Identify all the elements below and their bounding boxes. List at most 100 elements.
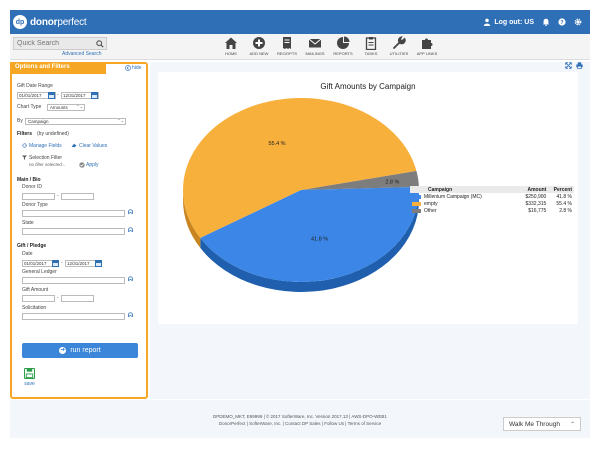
nav-bar: Advanced Search HOME ADD NEW RECEIPTS MA… (10, 34, 590, 60)
apply-link[interactable]: Apply (86, 162, 99, 168)
legend-header-amount: Amount (527, 187, 547, 193)
binoculars-icon[interactable]: ᗣ (128, 228, 134, 234)
binoculars-icon[interactable]: ᗣ (128, 313, 134, 319)
gear-icon (22, 143, 27, 148)
gift-pledge-section: Gift / Pledge (17, 243, 47, 249)
gift-amount-from-input[interactable] (22, 295, 55, 302)
nav-home[interactable]: HOME (219, 36, 243, 56)
manage-fields-link[interactable]: Manage Fields (29, 143, 62, 149)
legend-swatch (412, 201, 421, 206)
chart-legend: Campaign Amount Percent Millenium Campai… (410, 186, 574, 214)
hide-label: hide (132, 65, 142, 71)
donor-id-label: Donor ID (22, 184, 43, 190)
chart-type-select[interactable]: Amounts (47, 104, 85, 111)
legend-amount: $332,315 (525, 200, 547, 207)
run-report-label: run report (70, 347, 101, 354)
filters-label: Filters (17, 131, 33, 137)
main-nav: HOME ADD NEW RECEIPTS MAILINGS REPORTS T… (219, 36, 443, 56)
general-ledger-input[interactable] (22, 277, 125, 284)
arrow-left-circle-icon (125, 65, 131, 71)
state-label: State (22, 220, 34, 226)
legend-swatch (412, 208, 421, 213)
report-tools (565, 62, 583, 69)
nav-mailings[interactable]: MAILINGS (303, 36, 327, 56)
expand-icon[interactable] (565, 62, 572, 69)
run-report-button[interactable]: ➜ run report (22, 343, 138, 358)
legend-percent: 2.8 % (559, 207, 572, 214)
nav-receipts[interactable]: RECEIPTS (275, 36, 299, 56)
calendar-icon[interactable] (91, 92, 98, 99)
date-range-dash: - (57, 92, 59, 98)
floppy-disk-icon (24, 368, 35, 379)
legend-amount: $250,900 (525, 193, 547, 200)
calendar-icon[interactable] (48, 92, 55, 99)
gear-icon[interactable] (574, 18, 582, 26)
nav-app-links-label: APP LINKS (416, 51, 438, 56)
solicitation-input[interactable] (22, 313, 125, 320)
print-icon[interactable] (576, 62, 583, 69)
walk-me-through-button[interactable]: Walk Me Through ⌃ (503, 417, 581, 431)
gift-amount-dash: - (57, 295, 59, 301)
save-button[interactable]: save (24, 368, 35, 387)
calendar-icon[interactable] (52, 260, 59, 267)
help-icon[interactable]: ? (558, 18, 566, 26)
donor-id-to-input[interactable] (61, 193, 94, 200)
envelope-icon (308, 38, 322, 48)
logo-text: donorperfect (30, 17, 87, 28)
pie-slice-label: 55.4 % (268, 141, 285, 147)
binoculars-icon[interactable]: ᗣ (128, 277, 134, 283)
clear-values-link[interactable]: Clear Values (79, 143, 107, 149)
apply-icon (79, 162, 85, 168)
bell-icon[interactable] (542, 18, 550, 26)
main-bio-section: Main / Bio (17, 177, 41, 183)
logout-label: Log out: US (494, 18, 534, 26)
hide-panel-link[interactable]: hide (125, 65, 141, 71)
logout-button[interactable]: Log out: US (483, 18, 534, 26)
gift-date-to-input[interactable]: 12/31/2017 (65, 260, 99, 267)
binoculars-icon[interactable]: ᗣ (128, 210, 134, 216)
state-input[interactable] (22, 228, 125, 235)
nav-app-links[interactable]: APP LINKS (415, 36, 439, 56)
logo-word-donor: donor (30, 16, 58, 28)
nav-add-new-label: ADD NEW (249, 51, 269, 56)
nav-tasks[interactable]: TASKS (359, 36, 383, 56)
gift-date-label: Date (22, 251, 33, 257)
nav-home-label: HOME (225, 51, 237, 56)
clipboard-icon (365, 37, 377, 50)
legend-header-percent: Percent (553, 187, 572, 193)
nav-add-new[interactable]: ADD NEW (247, 36, 271, 56)
legend-row[interactable]: Millenium Campaign (MC) $250,900 41.8 % (410, 193, 574, 200)
general-ledger-label: General Ledger (22, 269, 57, 275)
nav-utilities[interactable]: UTILITIES (387, 36, 411, 56)
quick-search (13, 37, 107, 50)
advanced-search-link[interactable]: Advanced Search (62, 51, 101, 57)
chevron-up-icon: ⌃ (569, 422, 575, 428)
home-icon (225, 37, 237, 49)
donor-id-dash: - (57, 193, 59, 199)
legend-campaign: Other (424, 207, 437, 214)
quick-search-input[interactable] (17, 40, 97, 47)
calendar-icon[interactable] (95, 260, 102, 267)
selection-filter-label: Selection Filter (29, 155, 63, 161)
legend-percent: 55.4 % (556, 200, 572, 207)
nav-reports-label: REPORTS (333, 51, 353, 56)
nav-reports[interactable]: REPORTS (331, 36, 355, 56)
logo[interactable]: dp donorperfect (13, 15, 87, 29)
pie-slice-label: 41.8 % (311, 236, 328, 242)
filter-icon (22, 155, 27, 160)
gift-date-range-label: Gift Date Range (17, 83, 53, 89)
by-label: By (17, 118, 23, 124)
options-tab[interactable]: Options and Filters (10, 62, 106, 74)
nav-utilities-label: UTILITIES (389, 51, 409, 56)
by-select[interactable]: Campaign (25, 118, 126, 125)
header-actions: Log out: US ? (483, 18, 582, 26)
chart-type-label: Chart Type (17, 104, 42, 110)
legend-row[interactable]: empty $332,315 55.4 % (410, 200, 574, 207)
legend-swatch (412, 194, 421, 199)
legend-row[interactable]: Other $16,775 2.8 % (410, 207, 574, 214)
donor-type-input[interactable] (22, 210, 125, 217)
donor-id-from-input[interactable] (22, 193, 55, 200)
search-icon[interactable] (96, 40, 104, 48)
gift-amount-to-input[interactable] (61, 295, 94, 302)
walk-me-label: Walk Me Through (509, 420, 560, 428)
